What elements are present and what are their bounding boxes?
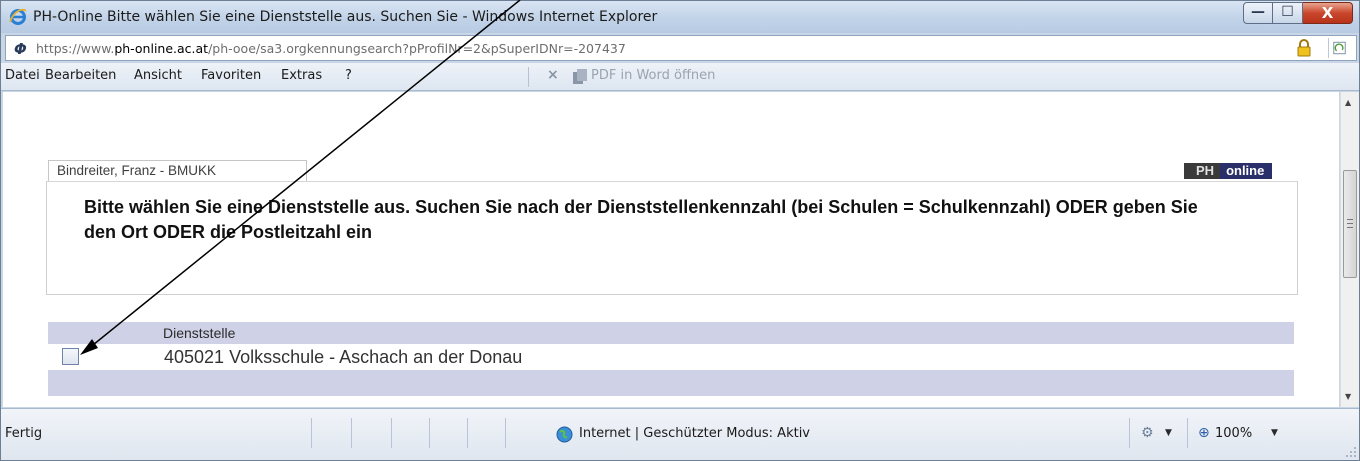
table-row[interactable]: 405021 Volksschule - Aschach an der Dona… <box>48 344 1294 370</box>
status-separator <box>505 418 506 448</box>
menu-bearbeiten[interactable]: Bearbeiten <box>45 68 116 83</box>
resize-grip-icon[interactable] <box>1345 446 1357 458</box>
status-separator <box>391 418 392 448</box>
minimize-icon: — <box>1251 4 1265 20</box>
menu-bar: Datei Bearbeiten Ansicht Favoriten Extra… <box>1 63 1359 91</box>
menu-help[interactable]: ? <box>345 68 352 83</box>
scroll-thumb[interactable] <box>1343 170 1357 278</box>
chevron-down-icon[interactable]: ▼ <box>1271 428 1278 438</box>
table-footer <box>48 370 1294 396</box>
row-dienststelle: 405021 Volksschule - Aschach an der Dona… <box>164 347 523 367</box>
menu-datei[interactable]: Datei <box>5 68 40 83</box>
logo-ph: PH <box>1184 163 1221 179</box>
pdf-word-icon <box>573 69 587 84</box>
pdf-close-icon[interactable]: × <box>547 67 559 83</box>
status-separator <box>429 418 430 448</box>
status-bar: Fertig Internet | Geschützter Modus: Akt… <box>1 408 1359 460</box>
ph-online-logo: PH online <box>1184 163 1273 179</box>
url-path: /ph-ooe/sa3.orgkennungsearch?pProfilNr=2… <box>208 41 626 56</box>
scroll-down-icon[interactable]: ▼ <box>1345 392 1351 401</box>
browser-window: PH-Online Bitte wählen Sie eine Dienstst… <box>0 0 1360 461</box>
pdf-in-word-button[interactable]: PDF in Word öffnen <box>591 68 715 83</box>
status-separator <box>311 418 312 448</box>
url-prefix: https://www. <box>36 41 115 56</box>
user-name: Bindreiter, Franz - BMUKK <box>57 163 217 178</box>
protected-mode-icon[interactable]: ⚙ <box>1141 425 1154 441</box>
chevron-down-icon[interactable]: ▼ <box>1165 428 1172 438</box>
url-domain: ph-online.ac.at <box>114 41 209 56</box>
menu-separator <box>528 67 529 87</box>
menu-favoriten[interactable]: Favoriten <box>201 68 261 83</box>
instruction-box: Bitte wählen Sie eine Dienststelle aus. … <box>46 181 1298 295</box>
scroll-grip-icon <box>1347 219 1353 228</box>
title-bar[interactable]: PH-Online Bitte wählen Sie eine Dienstst… <box>1 1 1359 33</box>
status-separator <box>1129 418 1130 448</box>
status-separator <box>1187 418 1188 448</box>
internet-explorer-icon <box>9 8 27 25</box>
status-separator <box>467 418 468 448</box>
maximize-icon: ☐ <box>1281 4 1294 20</box>
security-lock-icon[interactable] <box>1296 39 1312 57</box>
close-icon: X <box>1321 4 1334 22</box>
vertical-scrollbar[interactable]: ▲ ▼ <box>1340 92 1359 407</box>
minimize-button[interactable]: — <box>1243 2 1273 24</box>
page-content: Bindreiter, Franz - BMUKK PH online Bitt… <box>3 92 1339 407</box>
status-text: Fertig <box>5 426 43 441</box>
maximize-button[interactable]: ☐ <box>1273 2 1303 24</box>
table-header: Dienststelle <box>48 322 1294 344</box>
globe-icon <box>556 426 573 443</box>
logo-online: online <box>1220 163 1273 179</box>
url-text[interactable]: https://www.ph-online.ac.at/ph-ooe/sa3.o… <box>36 41 626 56</box>
refresh-button-icon[interactable] <box>1328 38 1350 58</box>
window-controls: — ☐ X <box>1243 2 1353 24</box>
scroll-up-icon[interactable]: ▲ <box>1345 98 1351 107</box>
zoom-icon[interactable]: ⊕ <box>1198 425 1210 441</box>
user-tab: Bindreiter, Franz - BMUKK <box>48 160 307 181</box>
instruction-text: Bitte wählen Sie eine Dienststelle aus. … <box>84 197 1198 242</box>
menu-extras[interactable]: Extras <box>281 68 322 83</box>
page-favicon-icon: Φ <box>14 40 27 58</box>
window-title: PH-Online Bitte wählen Sie eine Dienstst… <box>33 9 658 25</box>
security-zone-text[interactable]: Internet | Geschützter Modus: Aktiv <box>579 426 810 441</box>
zoom-level[interactable]: 100% <box>1215 426 1252 441</box>
column-header-dienststelle: Dienststelle <box>163 325 236 341</box>
menu-ansicht[interactable]: Ansicht <box>134 68 182 83</box>
close-button[interactable]: X <box>1303 2 1353 24</box>
address-bar[interactable]: Φ https://www.ph-online.ac.at/ph-ooe/sa3… <box>5 35 1357 61</box>
status-separator <box>351 418 352 448</box>
row-checkbox[interactable] <box>62 348 79 365</box>
result-table: Dienststelle 405021 Volksschule - Aschac… <box>48 322 1294 396</box>
